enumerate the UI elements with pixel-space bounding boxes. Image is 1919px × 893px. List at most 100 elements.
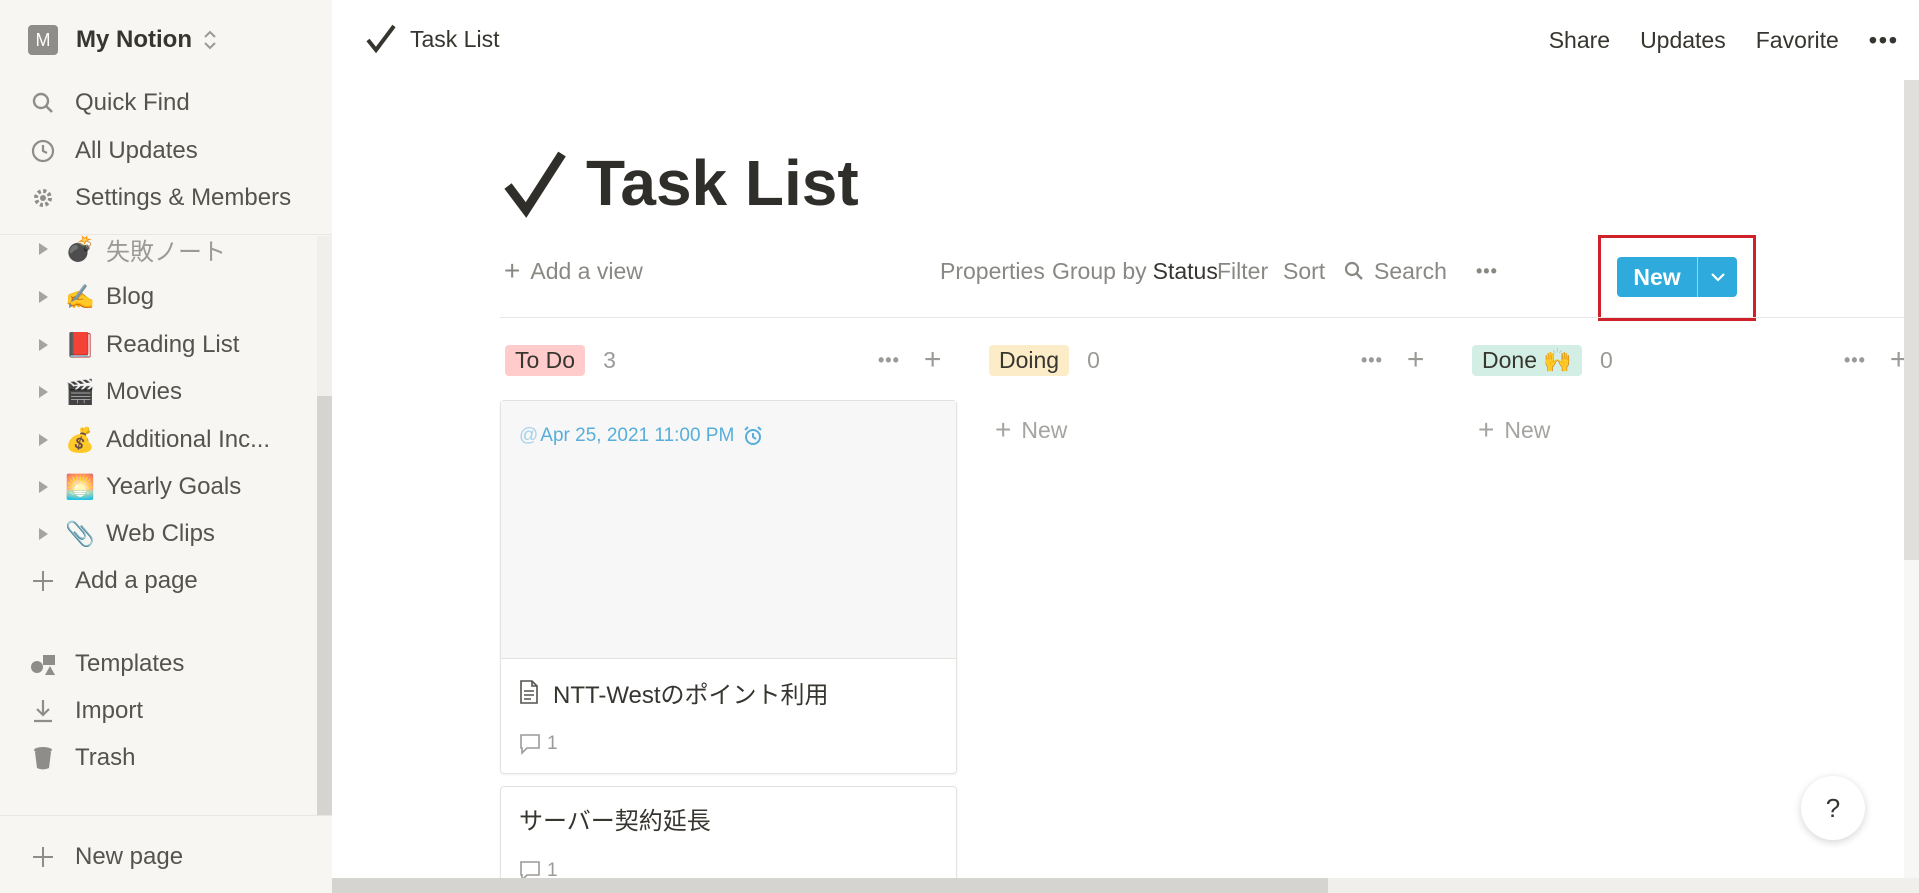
card-cover: @ Apr 25, 2021 11:00 PM — [501, 401, 956, 659]
red-book-icon: 📕 — [65, 331, 95, 359]
topbar: Task List Share Updates Favorite ••• — [332, 0, 1919, 80]
sidebar-quick-find[interactable]: Quick Find — [28, 83, 190, 123]
triangle-right-icon[interactable] — [28, 242, 58, 256]
sidebar-page-label: Movies — [106, 378, 183, 405]
sidebar-page-label: Reading List — [106, 331, 240, 358]
sunrise-icon: 🌅 — [65, 473, 95, 501]
share-button[interactable]: Share — [1549, 27, 1610, 54]
search-button[interactable]: Search — [1344, 250, 1447, 292]
column-new-button[interactable]: + New — [1478, 412, 1550, 448]
sidebar-page-additional-income[interactable]: 💰 Additional Inc... — [28, 420, 318, 460]
sidebar-page-yearly-goals[interactable]: 🌅 Yearly Goals — [28, 467, 318, 507]
properties-button[interactable]: Properties — [940, 250, 1045, 292]
paperclip-icon: 📎 — [65, 520, 95, 548]
column-header-done[interactable]: Done 🙌 0 — [1472, 342, 1613, 378]
checkmark-icon — [366, 24, 396, 54]
workspace-avatar: M — [28, 25, 58, 55]
sidebar-page-web-clips[interactable]: 📎 Web Clips — [28, 514, 318, 554]
sidebar-scrollbar-thumb[interactable] — [317, 396, 332, 816]
triangle-right-icon[interactable] — [28, 338, 58, 352]
status-badge: To Do — [505, 344, 586, 376]
updates-button[interactable]: Updates — [1640, 27, 1726, 54]
sidebar-page-blog[interactable]: ✍️ Blog — [28, 277, 318, 317]
favorite-button[interactable]: Favorite — [1756, 27, 1839, 54]
card-reminder-date[interactable]: @ Apr 25, 2021 11:00 PM — [519, 425, 764, 447]
page-icon — [520, 680, 538, 704]
alarm-clock-icon — [744, 426, 763, 445]
plus-icon[interactable]: + — [1407, 343, 1425, 377]
board-card[interactable]: サーバー契約延長 1 — [500, 786, 957, 893]
sidebar-import[interactable]: Import — [28, 691, 143, 731]
breadcrumb[interactable]: Task List — [364, 22, 499, 56]
sidebar-page-reading-list[interactable]: 📕 Reading List — [28, 325, 318, 365]
sidebar-page-movies[interactable]: 🎬 Movies — [28, 372, 318, 412]
search-icon — [1344, 261, 1363, 280]
triangle-right-icon[interactable] — [28, 527, 58, 541]
gear-icon — [28, 183, 58, 213]
sidebar-item-label: Import — [75, 697, 144, 724]
workspace-name: My Notion — [76, 26, 192, 53]
more-options-icon[interactable]: ••• — [1869, 27, 1899, 54]
sidebar-new-page[interactable]: New page — [28, 837, 183, 877]
sidebar-item-label: Templates — [75, 650, 185, 677]
sidebar-page-label: Yearly Goals — [106, 473, 242, 500]
clapper-board-icon: 🎬 — [65, 378, 95, 406]
plus-icon — [28, 842, 58, 872]
sidebar-page-fail-notes[interactable]: 💣 失敗ノート — [28, 229, 318, 269]
column-new-label: New — [1021, 416, 1068, 443]
card-title-text: NTT-Westのポイント利用 — [553, 681, 829, 709]
more-options-icon[interactable]: ••• — [1844, 350, 1866, 371]
help-button[interactable]: ? — [1801, 776, 1865, 840]
sidebar-page-label: Additional Inc... — [106, 426, 271, 453]
card-title: NTT-Westのポイント利用 — [519, 675, 829, 709]
board-horizontal-scrollbar-thumb[interactable] — [332, 878, 1328, 893]
comment-count: 1 — [547, 733, 558, 754]
column-actions: ••• + — [1361, 343, 1425, 377]
more-options-icon[interactable]: ••• — [1361, 350, 1383, 371]
status-badge: Doing — [989, 344, 1070, 376]
page-title-text[interactable]: Task List — [586, 146, 859, 220]
column-count: 3 — [603, 346, 616, 373]
group-by-label: Group by — [1052, 257, 1147, 284]
column-actions: ••• + — [878, 343, 942, 377]
board-card[interactable]: @ Apr 25, 2021 11:00 PM NTT-Westのポイント利用 … — [500, 400, 957, 774]
plus-icon[interactable]: + — [924, 343, 942, 377]
triangle-right-icon[interactable] — [28, 480, 58, 494]
main-vertical-scrollbar-thumb[interactable] — [1904, 80, 1919, 560]
checkmark-icon — [504, 151, 566, 218]
sidebar-add-page[interactable]: Add a page — [28, 561, 198, 601]
sidebar-trash[interactable]: Trash — [28, 738, 135, 778]
group-by-button[interactable]: Group by Status — [1052, 250, 1218, 292]
card-title: サーバー契約延長 — [519, 801, 711, 835]
board-divider — [500, 317, 1919, 318]
breadcrumb-title: Task List — [410, 25, 500, 52]
sidebar-item-label: Quick Find — [75, 89, 190, 116]
workspace-switcher[interactable]: M My Notion — [28, 24, 218, 56]
more-options-icon[interactable]: ••• — [878, 350, 900, 371]
column-count: 0 — [1087, 346, 1100, 373]
triangle-right-icon[interactable] — [28, 385, 58, 399]
add-view-label: Add a view — [530, 257, 643, 284]
sidebar-templates[interactable]: Templates — [28, 644, 184, 684]
sidebar-item-label: All Updates — [75, 137, 198, 164]
column-new-label: New — [1504, 416, 1551, 443]
templates-icon — [28, 649, 58, 679]
sidebar-page-label: Web Clips — [106, 520, 215, 547]
filter-button[interactable]: Filter — [1217, 250, 1268, 292]
column-header-todo[interactable]: To Do 3 — [505, 342, 616, 378]
view-more-icon[interactable]: ••• — [1476, 250, 1498, 292]
trash-icon — [28, 743, 58, 773]
column-new-button[interactable]: + New — [995, 412, 1067, 448]
column-count: 0 — [1600, 346, 1613, 373]
bomb-icon: 💣 — [65, 235, 95, 263]
column-header-doing[interactable]: Doing 0 — [989, 342, 1100, 378]
column-actions: ••• + — [1844, 343, 1907, 376]
sort-button[interactable]: Sort — [1283, 250, 1325, 292]
sidebar-item-label: Settings & Members — [75, 184, 292, 211]
sidebar-all-updates[interactable]: All Updates — [28, 131, 198, 171]
search-label: Search — [1374, 257, 1447, 284]
add-view-button[interactable]: + Add a view — [504, 250, 643, 292]
triangle-right-icon[interactable] — [28, 290, 58, 304]
sidebar-settings[interactable]: Settings & Members — [28, 178, 291, 218]
triangle-right-icon[interactable] — [28, 433, 58, 447]
